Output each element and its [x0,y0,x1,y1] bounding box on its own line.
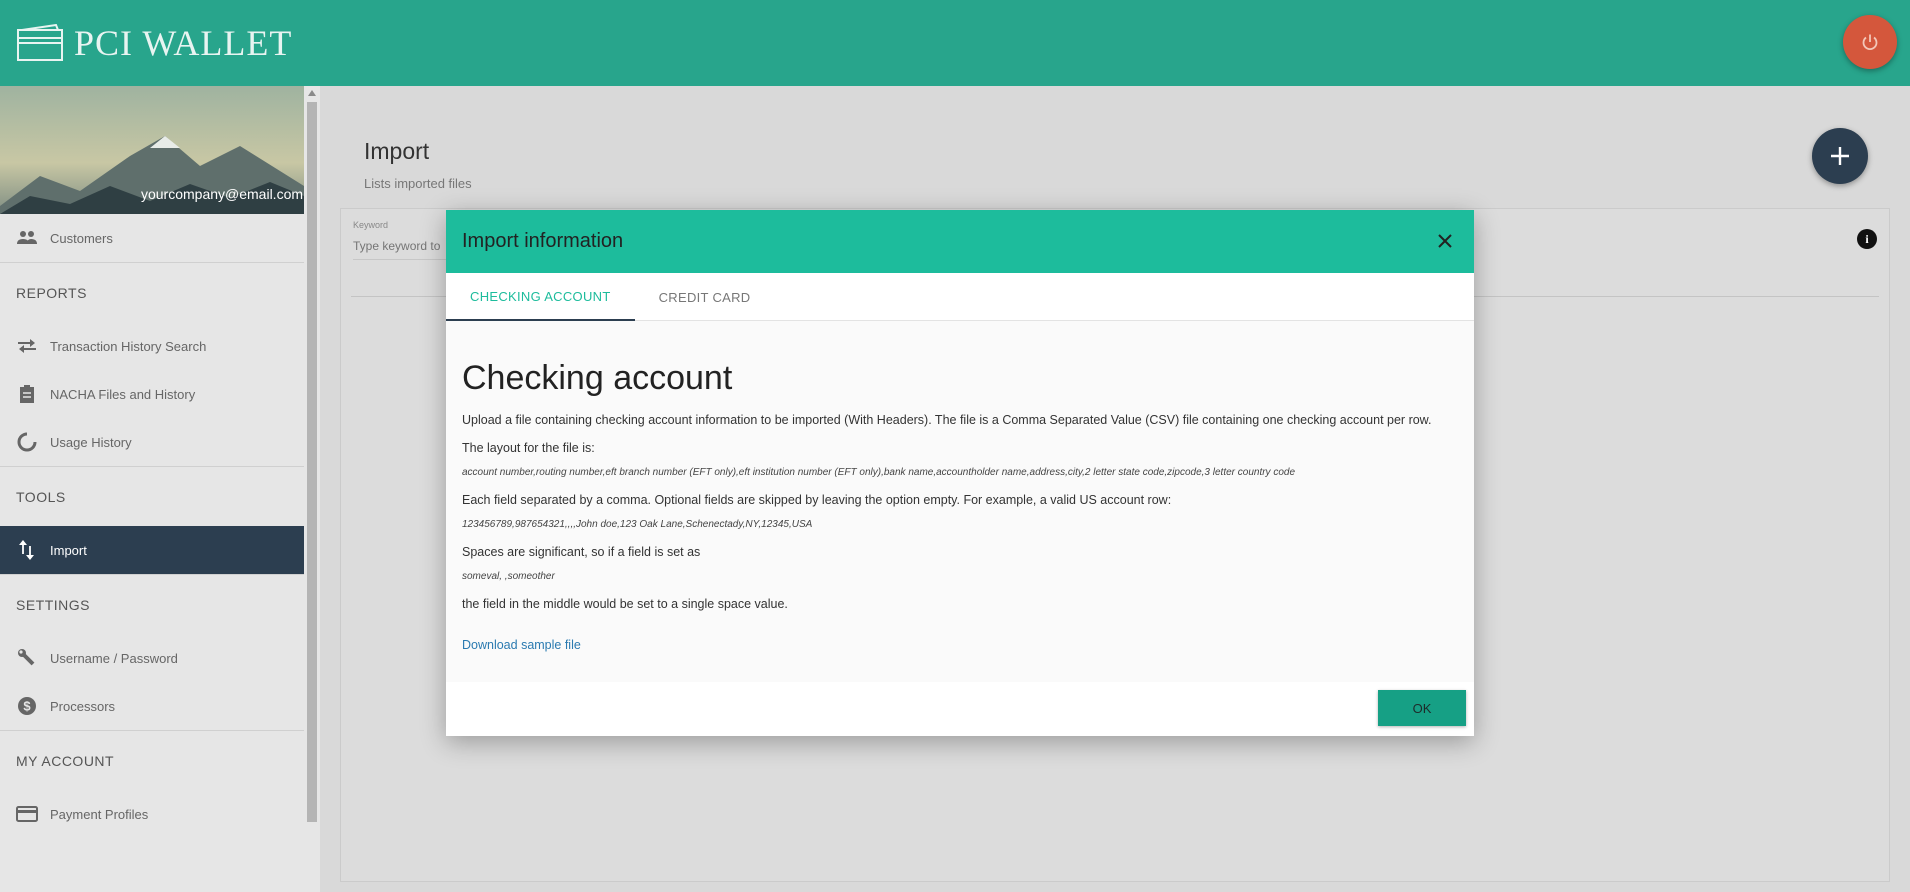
layout-fields-text: account number,routing number,eft branch… [462,467,1296,478]
power-icon [1862,34,1878,51]
dialog-footer: OK [446,682,1474,736]
tab-checking-account[interactable]: CHECKING ACCOUNT [446,273,635,321]
donut-icon [16,431,38,453]
app-logo-text: PCI WALLET [74,23,293,63]
sidebar-item-transaction-history[interactable]: Transaction History Search [0,322,304,370]
svg-text:$: $ [23,699,31,714]
scroll-up-arrow-icon[interactable] [308,90,316,96]
wallet-icon [17,24,63,61]
sidebar-item-label: Payment Profiles [50,806,149,822]
sidebar-item-import[interactable]: Import [0,526,304,574]
sidebar-item-payment-profiles[interactable]: Payment Profiles [0,790,304,838]
dollar-icon: $ [16,695,38,717]
section-reports: REPORTS [0,262,304,322]
section-settings: SETTINGS [0,574,304,634]
section-my-account: MY ACCOUNT [0,730,304,790]
dialog-tabs: CHECKING ACCOUNT CREDIT CARD [446,273,1474,321]
spaces-text: Spaces are significant, so if a field is… [462,545,701,559]
add-button[interactable] [1812,128,1868,184]
dialog-title: Import information [462,230,624,252]
plus-icon [1831,147,1849,165]
dialog-body: Checking account Upload a file containin… [446,359,1474,654]
separator-text: Each field separated by a comma. Optiona… [462,493,1172,507]
user-email: yourcompany@email.com [140,186,304,202]
sidebar-item-label: Processors [50,698,116,714]
section-tools: TOOLS [0,466,304,526]
sidebar-item-customers[interactable]: Customers [0,214,304,262]
info-icon[interactable]: i [1857,229,1877,249]
sidebar-item-label: Transaction History Search [50,338,207,354]
logout-button[interactable] [1843,15,1897,69]
page-subtitle: Lists imported files [364,176,472,191]
description-text: Upload a file containing checking accoun… [462,413,1432,427]
ok-button[interactable]: OK [1378,690,1466,726]
example-row-text: 123456789,987654321,,,,John doe,123 Oak … [462,519,813,530]
sidebar-scrollbar[interactable] [304,86,320,892]
sidebar-item-label: Usage History [50,434,132,450]
close-icon[interactable] [1434,230,1456,252]
sidebar-item-processors[interactable]: $ Processors [0,682,304,730]
spaces-example-text: someval, ,someother [462,571,555,582]
tab-credit-card[interactable]: CREDIT CARD [635,273,775,321]
sidebar: yourcompany@email.com Customers REPORTS … [0,86,304,892]
profile-banner: yourcompany@email.com [0,86,304,214]
sidebar-item-label: Customers [50,230,113,246]
middle-field-text: the field in the middle would be set to … [462,597,788,611]
dialog-header: Import information [446,210,1474,273]
keyword-label: Keyword [353,220,389,230]
import-export-icon [16,539,38,561]
scrollbar-thumb[interactable] [307,102,317,822]
page-title: Import [364,138,430,164]
import-info-dialog: Import information CHECKING ACCOUNT CRED… [446,210,1474,736]
app-logo[interactable]: PCI WALLET [16,22,292,64]
sidebar-item-label: Username / Password [50,650,178,666]
sidebar-item-label: Import [50,542,87,558]
compare-arrows-icon [16,335,38,357]
wrench-icon [16,647,38,669]
sidebar-item-nacha[interactable]: NACHA Files and History [0,370,304,418]
top-bar: PCI WALLET [0,0,1910,86]
layout-intro-text: The layout for the file is: [462,441,595,455]
sidebar-item-label: NACHA Files and History [50,386,196,402]
credit-card-icon [16,803,38,825]
people-icon [16,227,38,249]
section-heading: Checking account [462,359,733,397]
sidebar-item-username-password[interactable]: Username / Password [0,634,304,682]
download-sample-link[interactable]: Download sample file [462,638,581,652]
sidebar-item-usage[interactable]: Usage History [0,418,304,466]
clipboard-icon [16,383,38,405]
